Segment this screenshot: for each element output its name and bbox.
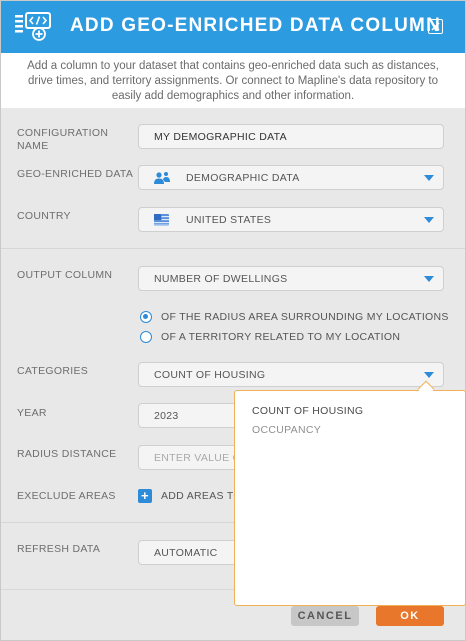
categories-label: CATEGORIES [17,365,89,377]
section-divider [1,248,465,249]
output-column-label: OUTPUT COLUMN [17,269,113,281]
configuration-name-label: CONFIGURATION NAME [17,127,109,152]
year-value: 2023 [154,410,179,422]
chevron-down-icon [424,217,434,223]
radius-distance-label: RADIUS DISTANCE [17,448,117,460]
categories-value: COUNT OF HOUSING [154,369,266,381]
country-label: COUNTRY [17,210,71,222]
geo-enriched-data-select[interactable]: DEMOGRAPHIC DATA [138,165,444,190]
geo-enriched-data-label: GEO-ENRICHED DATA [17,168,134,180]
refresh-data-label: REFRESH DATA [17,543,101,555]
exclude-areas-label: EXECLUDE AREAS [17,490,116,502]
close-button[interactable] [428,19,443,34]
output-column-value: NUMBER OF DWELLINGS [154,273,288,285]
refresh-data-value: AUTOMATIC [154,547,218,559]
year-label: YEAR [17,407,47,419]
country-value: UNITED STATES [186,214,272,226]
output-column-select[interactable]: NUMBER OF DWELLINGS [138,266,444,291]
dropdown-option-occupancy[interactable]: OCCUPANCY [252,424,321,436]
us-flag-icon [154,214,169,226]
country-select[interactable]: UNITED STATES [138,207,444,232]
radio-option-label: OF A TERRITORY RELATED TO MY LOCATION [161,331,401,343]
cancel-button[interactable]: CANCEL [291,606,359,626]
code-table-add-icon [15,12,51,41]
categories-select[interactable]: COUNT OF HOUSING [138,362,444,387]
radio-option-label: OF THE RADIUS AREA SURROUNDING MY LOCATI… [161,311,449,323]
ok-button[interactable]: OK [376,606,444,626]
radio-button-selected[interactable] [140,311,152,323]
dialog-description: Add a column to your dataset that contai… [1,53,465,108]
people-icon [154,172,170,184]
radio-button[interactable] [140,331,152,343]
close-icon [431,22,440,31]
configuration-name-input[interactable]: MY DEMOGRAPHIC DATA [138,124,444,149]
add-areas-label: ADD AREAS TO [161,490,242,502]
geo-enriched-data-value: DEMOGRAPHIC DATA [186,172,300,184]
dialog-header: ADD GEO-ENRICHED DATA COLUMN [1,1,465,53]
chevron-down-icon [424,372,434,378]
categories-dropdown-panel: COUNT OF HOUSING OCCUPANCY [234,390,466,606]
dropdown-option-count-of-housing[interactable]: COUNT OF HOUSING [252,405,363,417]
dialog-title: ADD GEO-ENRICHED DATA COLUMN [70,15,442,36]
chevron-down-icon [424,175,434,181]
configuration-name-value: MY DEMOGRAPHIC DATA [154,131,287,143]
chevron-down-icon [424,276,434,282]
plus-icon: + [138,489,152,503]
